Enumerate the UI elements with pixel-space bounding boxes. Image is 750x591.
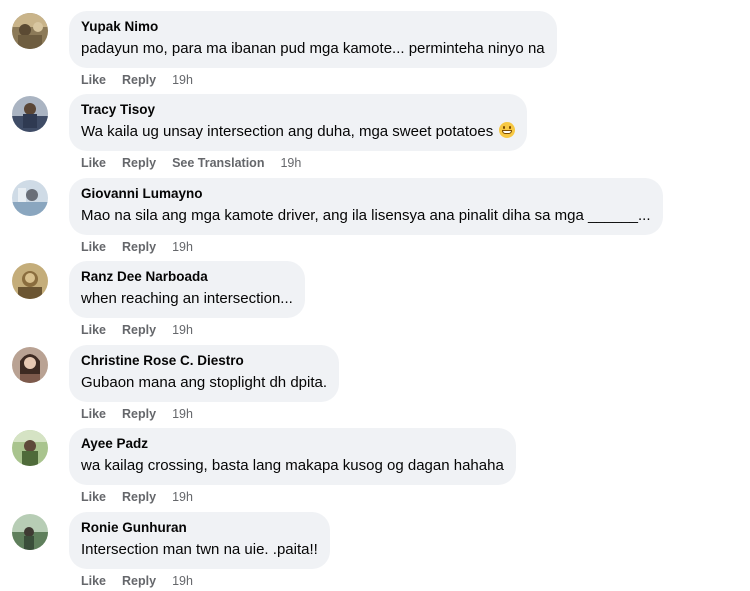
- comment-text: wa kailag crossing, basta lang makapa ku…: [81, 457, 504, 474]
- comment-text: when reaching an intersection...: [81, 290, 293, 307]
- grinning-face-emoji-icon: [499, 122, 516, 138]
- reply-button[interactable]: Reply: [122, 72, 156, 88]
- avatar[interactable]: [12, 347, 48, 383]
- comment-timestamp[interactable]: 19h: [172, 322, 193, 338]
- reply-button[interactable]: Reply: [122, 322, 156, 338]
- reply-button[interactable]: Reply: [122, 155, 156, 171]
- like-button[interactable]: Like: [81, 239, 106, 255]
- comment-text: Intersection man twn na uie. .paita!!: [81, 541, 318, 558]
- comment-text: Mao na sila ang mga kamote driver, ang i…: [81, 207, 651, 224]
- comment-author[interactable]: Yupak Nimo: [81, 18, 545, 35]
- reply-button[interactable]: Reply: [122, 239, 156, 255]
- comment-item: Giovanni Lumayno Mao na sila ang mga kam…: [12, 178, 663, 255]
- comment-author[interactable]: Christine Rose C. Diestro: [81, 352, 327, 369]
- comment-item: Ronie Gunhuran Intersection man twn na u…: [12, 512, 330, 589]
- avatar[interactable]: [12, 263, 48, 299]
- comment-timestamp[interactable]: 19h: [172, 406, 193, 422]
- comment-text: Gubaon mana ang stoplight dh dpita.: [81, 374, 328, 391]
- comment-author[interactable]: Ranz Dee Narboada: [81, 268, 293, 285]
- comment-bubble: Yupak Nimo padayun mo, para ma ibanan pu…: [69, 11, 557, 68]
- comment-item: Ranz Dee Narboada when reaching an inter…: [12, 261, 305, 338]
- comment-timestamp[interactable]: 19h: [172, 489, 193, 505]
- comment-actions: Like Reply See Translation 19h: [69, 155, 527, 171]
- comment-actions: Like Reply 19h: [69, 573, 330, 589]
- comment-bubble: Ronie Gunhuran Intersection man twn na u…: [69, 512, 330, 569]
- like-button[interactable]: Like: [81, 72, 106, 88]
- comment-text-content: Wa kaila ug unsay intersection ang duha,…: [81, 123, 494, 140]
- see-translation-button[interactable]: See Translation: [172, 155, 264, 171]
- avatar[interactable]: [12, 514, 48, 550]
- reply-button[interactable]: Reply: [122, 489, 156, 505]
- avatar[interactable]: [12, 180, 48, 216]
- like-button[interactable]: Like: [81, 489, 106, 505]
- comment-author[interactable]: Giovanni Lumayno: [81, 185, 651, 202]
- comment-bubble: Ranz Dee Narboada when reaching an inter…: [69, 261, 305, 318]
- like-button[interactable]: Like: [81, 573, 106, 589]
- comment-item: Tracy Tisoy Wa kaila ug unsay intersecti…: [12, 94, 528, 171]
- like-button[interactable]: Like: [81, 322, 106, 338]
- comment-bubble: Ayee Padz wa kailag crossing, basta lang…: [69, 428, 516, 485]
- comment-bubble: Tracy Tisoy Wa kaila ug unsay intersecti…: [69, 94, 528, 151]
- comment-actions: Like Reply 19h: [69, 239, 663, 255]
- comment-timestamp[interactable]: 19h: [172, 573, 193, 589]
- comment-actions: Like Reply 19h: [69, 72, 557, 88]
- like-button[interactable]: Like: [81, 155, 106, 171]
- like-button[interactable]: Like: [81, 406, 106, 422]
- comment-bubble: Christine Rose C. Diestro Gubaon mana an…: [69, 345, 340, 402]
- comment-actions: Like Reply 19h: [69, 406, 339, 422]
- comment-text: padayun mo, para ma ibanan pud mga kamot…: [81, 40, 545, 57]
- comment-item: Yupak Nimo padayun mo, para ma ibanan pu…: [12, 11, 557, 88]
- comment-timestamp[interactable]: 19h: [172, 72, 193, 88]
- comment-item: Christine Rose C. Diestro Gubaon mana an…: [12, 345, 340, 422]
- avatar[interactable]: [12, 96, 48, 132]
- comment-timestamp[interactable]: 19h: [280, 155, 301, 171]
- comment-timestamp[interactable]: 19h: [172, 239, 193, 255]
- avatar[interactable]: [12, 430, 48, 466]
- reply-button[interactable]: Reply: [122, 573, 156, 589]
- comment-actions: Like Reply 19h: [69, 322, 305, 338]
- comment-bubble: Giovanni Lumayno Mao na sila ang mga kam…: [69, 178, 663, 235]
- comment-author[interactable]: Tracy Tisoy: [81, 101, 515, 118]
- comment-text: Wa kaila ug unsay intersection ang duha,…: [81, 121, 516, 143]
- comment-item: Ayee Padz wa kailag crossing, basta lang…: [12, 428, 516, 505]
- comment-author[interactable]: Ronie Gunhuran: [81, 519, 318, 536]
- comment-actions: Like Reply 19h: [69, 489, 516, 505]
- comment-author[interactable]: Ayee Padz: [81, 435, 504, 452]
- reply-button[interactable]: Reply: [122, 406, 156, 422]
- avatar[interactable]: [12, 13, 48, 49]
